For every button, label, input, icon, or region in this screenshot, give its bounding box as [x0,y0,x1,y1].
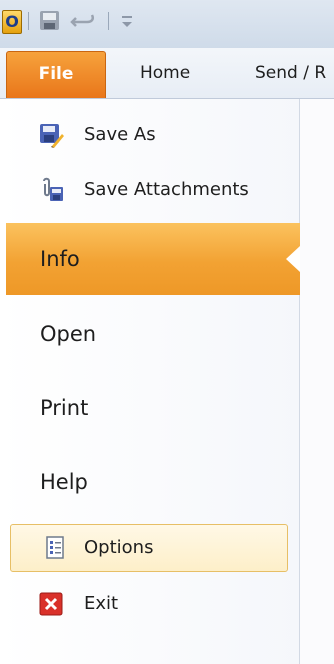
nav-item-open[interactable]: Open [40,316,96,352]
save-attachments-icon [38,177,64,203]
nav-item-help[interactable]: Help [40,464,88,500]
nav-item-print[interactable]: Print [40,390,88,426]
exit-icon [38,591,64,617]
toolbar-divider [28,12,29,30]
tab-send-receive[interactable]: Send / R [255,58,326,88]
save-icon[interactable] [38,10,62,32]
nav-item-info[interactable]: Info [40,241,80,277]
save-as-icon [38,122,64,148]
save-attachments-button[interactable]: Save Attachments [84,175,249,205]
tab-home[interactable]: Home [140,58,190,88]
undo-icon[interactable] [70,10,100,32]
quick-access-toolbar: O [0,0,334,48]
backstage-content-area [300,99,334,664]
save-as-button[interactable]: Save As [84,120,156,150]
options-button[interactable]: Options [84,533,153,563]
customize-arrow-icon[interactable] [120,10,134,32]
toolbar-divider [108,12,109,30]
ribbon-tab-bar: File Home Send / R [0,48,334,99]
selection-pointer-icon [286,246,300,272]
exit-button[interactable]: Exit [84,589,118,619]
outlook-app-icon[interactable]: O [2,10,22,34]
options-icon [42,535,68,561]
tab-file[interactable]: File [6,51,106,98]
